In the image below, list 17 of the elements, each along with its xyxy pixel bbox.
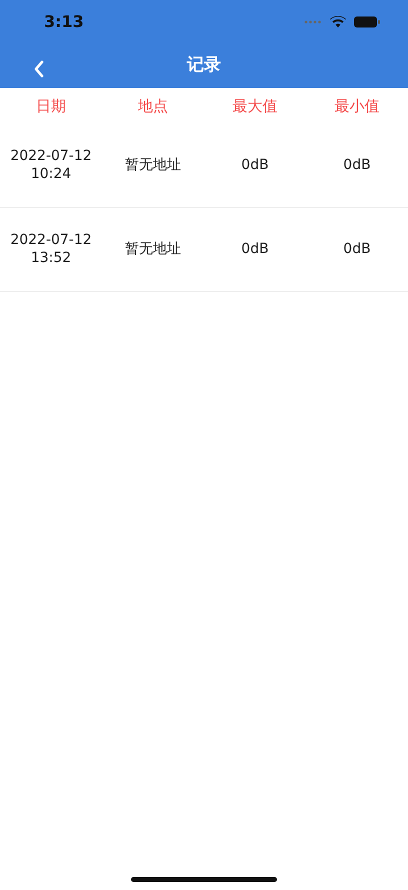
table-cell: 0dB bbox=[343, 156, 371, 174]
column-header: 最小值 bbox=[334, 96, 380, 115]
table-cell: 2022-07-12 13:52 bbox=[10, 232, 92, 267]
table-cell: 2022-07-12 10:24 bbox=[10, 148, 92, 183]
table-cell: 0dB bbox=[241, 240, 269, 258]
page-title: 记录 bbox=[187, 54, 221, 78]
signal-icon bbox=[304, 20, 322, 24]
column-header: 日期 bbox=[36, 96, 66, 115]
status-time: 3:13 bbox=[44, 11, 84, 33]
battery-icon bbox=[354, 16, 380, 28]
column-header: 最大值 bbox=[232, 96, 278, 115]
wifi-icon bbox=[330, 16, 346, 28]
table-cell: 0dB bbox=[241, 156, 269, 174]
table-cell: 暂无地址 bbox=[125, 156, 181, 174]
table-cell: 暂无地址 bbox=[125, 240, 181, 258]
column-header: 地点 bbox=[138, 96, 168, 115]
table-cell: 0dB bbox=[343, 240, 371, 258]
